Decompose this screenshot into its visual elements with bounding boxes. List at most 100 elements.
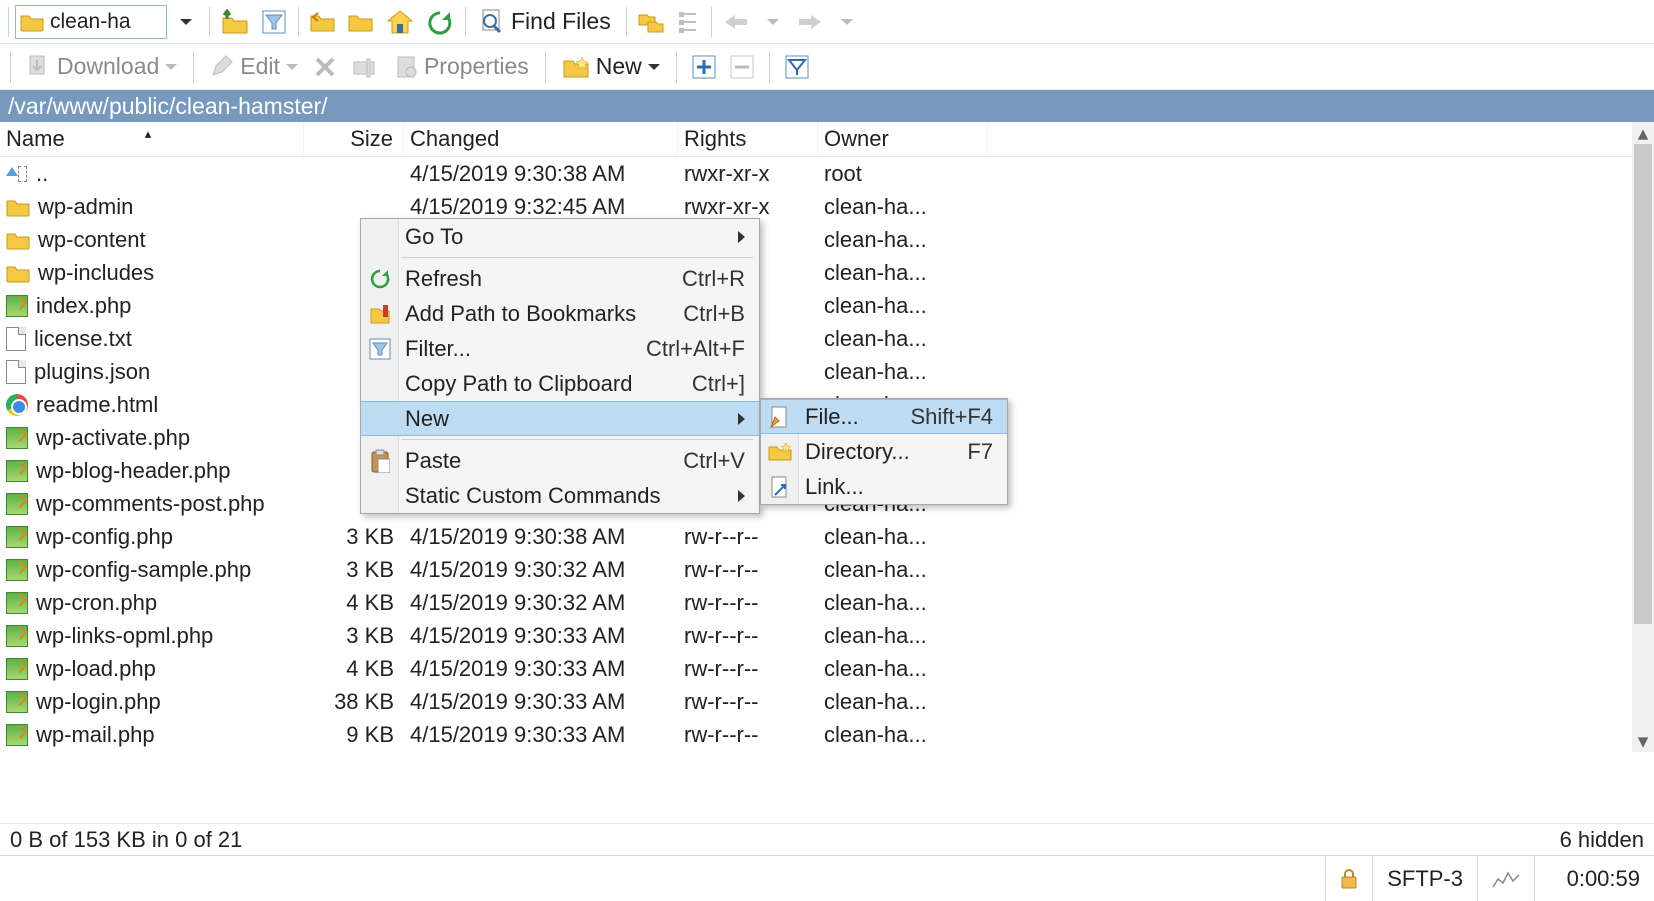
menu-item-copy-path-to-clipboard[interactable]: Copy Path to ClipboardCtrl+]: [361, 366, 759, 401]
file-name: ..: [36, 161, 48, 187]
table-row[interactable]: wp-contentclean-ha...: [0, 223, 1654, 256]
file-rights: rwxr-xr-x: [678, 194, 818, 220]
table-row[interactable]: wp-load.php4 KB4/15/2019 9:30:33 AMrw-r-…: [0, 652, 1654, 685]
header-rights[interactable]: Rights: [678, 122, 818, 156]
new-button[interactable]: New: [556, 51, 666, 82]
table-row[interactable]: wp-login.php38 KB4/15/2019 9:30:33 AMrw-…: [0, 685, 1654, 718]
menu-item-new[interactable]: New: [361, 401, 759, 436]
new-folder-icon: [562, 55, 590, 79]
menu-item-paste[interactable]: PasteCtrl+V: [361, 443, 759, 478]
menu-item-label: New: [405, 406, 726, 432]
menu-item-file[interactable]: File...Shift+F4: [761, 399, 1007, 434]
file-name: wp-config-sample.php: [36, 557, 251, 583]
newdir-icon: [767, 442, 793, 462]
nav-back-button[interactable]: [718, 4, 754, 40]
status-selection-text: 0 B of 153 KB in 0 of 21: [10, 827, 242, 853]
edit-button[interactable]: Edit: [204, 51, 304, 82]
status-lock[interactable]: [1325, 856, 1372, 901]
download-button[interactable]: Download: [19, 51, 183, 82]
scroll-down-icon[interactable]: ▾: [1632, 730, 1654, 752]
nav-back-caret[interactable]: [756, 4, 790, 40]
nav-fwd-button[interactable]: [792, 4, 828, 40]
caret-down-icon: [767, 19, 779, 25]
nav-fwd-caret[interactable]: [830, 4, 864, 40]
path-bar[interactable]: /var/www/public/clean-hamster/: [0, 90, 1654, 122]
menu-item-shortcut: Ctrl+]: [692, 371, 745, 397]
minus-button[interactable]: [725, 49, 759, 85]
scroll-thumb[interactable]: [1634, 144, 1652, 624]
header-name[interactable]: Name▴: [0, 122, 304, 156]
php-icon: [6, 658, 28, 680]
plus-button[interactable]: [687, 49, 721, 85]
file-owner: clean-ha...: [818, 194, 988, 220]
header-size[interactable]: Size: [304, 122, 404, 156]
delete-button[interactable]: [308, 54, 342, 80]
status-elapsed: 0:00:59: [1534, 856, 1654, 901]
header-changed[interactable]: Changed: [404, 122, 678, 156]
header-owner[interactable]: Owner: [818, 122, 988, 156]
sync-browse-button[interactable]: [633, 4, 669, 40]
file-rights: rw-r--r--: [678, 557, 818, 583]
menu-item-add-path-to-bookmarks[interactable]: Add Path to BookmarksCtrl+B: [361, 296, 759, 331]
scroll-up-icon[interactable]: ▴: [1632, 122, 1654, 144]
file-changed: 4/15/2019 9:30:33 AM: [404, 623, 678, 649]
php-icon: [6, 295, 28, 317]
menu-item-filter[interactable]: Filter...Ctrl+Alt+F: [361, 331, 759, 366]
file-changed: 4/15/2019 9:30:38 AM: [404, 161, 678, 187]
go-back-folder-button[interactable]: [305, 4, 341, 40]
table-row[interactable]: wp-config.php3 KB4/15/2019 9:30:38 AMrw-…: [0, 520, 1654, 553]
menu-separator: [401, 439, 753, 440]
folder-combo[interactable]: clean-ha: [15, 5, 167, 39]
rename-button[interactable]: [346, 54, 384, 80]
table-row[interactable]: wp-config-sample.php3 KB4/15/2019 9:30:3…: [0, 553, 1654, 586]
folder-icon: [6, 263, 30, 283]
table-row[interactable]: wp-includesclean-ha...: [0, 256, 1654, 289]
filter-icon: [367, 338, 393, 360]
folder-icon: [6, 197, 30, 217]
table-row[interactable]: license.txt20clean-ha...: [0, 322, 1654, 355]
newlink-icon: [767, 475, 793, 499]
file-changed: 4/15/2019 9:30:32 AM: [404, 590, 678, 616]
folder-combo-caret[interactable]: [169, 4, 203, 40]
menu-item-static-custom-commands[interactable]: Static Custom Commands: [361, 478, 759, 513]
refresh-button[interactable]: [421, 4, 459, 40]
menu-item-label: Go To: [405, 224, 726, 250]
menu-item-directory[interactable]: Directory...F7: [761, 434, 1007, 469]
vertical-scrollbar[interactable]: ▴ ▾: [1632, 122, 1654, 752]
file-owner: clean-ha...: [818, 557, 988, 583]
filter-button[interactable]: [256, 4, 292, 40]
menu-item-label: Link...: [805, 474, 993, 500]
status-graph[interactable]: [1477, 856, 1534, 901]
file-changed: 4/15/2019 9:30:33 AM: [404, 656, 678, 682]
table-row[interactable]: ..4/15/2019 9:30:38 AMrwxr-xr-xroot: [0, 157, 1654, 190]
menu-item-refresh[interactable]: RefreshCtrl+R: [361, 261, 759, 296]
plus-icon: [692, 55, 716, 79]
table-row[interactable]: wp-links-opml.php3 KB4/15/2019 9:30:33 A…: [0, 619, 1654, 652]
tree-toggle-button[interactable]: [671, 4, 705, 40]
invert-filter-button[interactable]: [780, 49, 814, 85]
file-icon: [6, 360, 26, 384]
parent-folder-button[interactable]: [216, 4, 254, 40]
home-button[interactable]: [381, 4, 419, 40]
menu-item-go-to[interactable]: Go To: [361, 219, 759, 254]
folder-icon: [20, 12, 44, 32]
php-icon: [6, 592, 28, 614]
menu-item-link[interactable]: Link...: [761, 469, 1007, 504]
column-headers: Name▴ Size Changed Rights Owner: [0, 122, 1654, 157]
file-rights: rw-r--r--: [678, 722, 818, 748]
table-row[interactable]: wp-mail.php9 KB4/15/2019 9:30:33 AMrw-r-…: [0, 718, 1654, 751]
menu-item-label: Add Path to Bookmarks: [405, 301, 643, 327]
table-row[interactable]: wp-cron.php4 KB4/15/2019 9:30:32 AMrw-r-…: [0, 586, 1654, 619]
table-row[interactable]: wp-admin4/15/2019 9:32:45 AMrwxr-xr-xcle…: [0, 190, 1654, 223]
find-files-button[interactable]: Find Files: [472, 4, 620, 40]
php-icon: [6, 559, 28, 581]
table-row[interactable]: index.phpclean-ha...: [0, 289, 1654, 322]
properties-button[interactable]: Properties: [388, 51, 535, 82]
status-protocol[interactable]: SFTP-3: [1372, 856, 1477, 901]
open-folder-button[interactable]: [343, 4, 379, 40]
file-name: wp-links-opml.php: [36, 623, 213, 649]
table-row[interactable]: plugins.jsonclean-ha...: [0, 355, 1654, 388]
file-rights: rw-r--r--: [678, 689, 818, 715]
bookmark-icon: [367, 303, 393, 325]
file-owner: clean-ha...: [818, 260, 988, 286]
